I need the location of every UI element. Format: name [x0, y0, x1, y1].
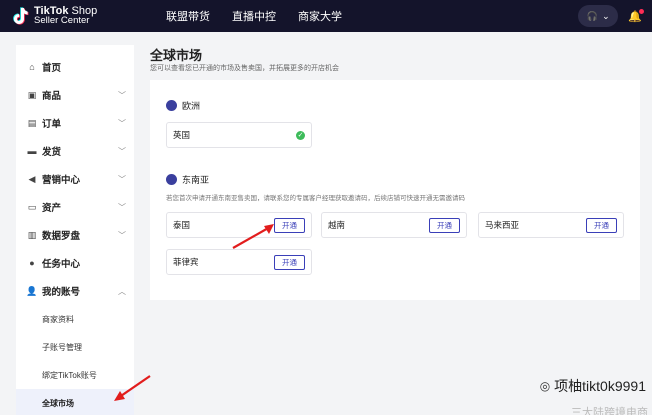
sidebar-item-marketing[interactable]: ◀ 营销中心 ﹀ — [16, 165, 134, 193]
chevron-up-icon: ︿ — [118, 287, 126, 296]
sidebar-subitem-sub-accounts[interactable]: 子账号管理 — [16, 333, 134, 361]
market-label: 泰国 — [173, 220, 191, 230]
support-dropdown[interactable]: 🎧 ⌄ — [578, 5, 619, 27]
sidebar-subitem-merchant-profile[interactable]: 商家资料 — [16, 305, 134, 333]
sidebar-item-data-compass[interactable]: ▥ 数据罗盘 ﹀ — [16, 221, 134, 249]
globe-icon — [166, 100, 177, 111]
sidebar-item-label: 资产 — [42, 203, 62, 214]
task-icon: ● — [29, 258, 35, 268]
sidebar-item-label: 营销中心 — [42, 175, 81, 186]
sidebar-item-shipping[interactable]: ▬ 发货 ﹀ — [16, 137, 134, 165]
chevron-down-icon: ﹀ — [118, 175, 126, 184]
sidebar-item-label: 首页 — [42, 63, 62, 74]
sidebar-item-label: 发货 — [42, 147, 62, 158]
region-sea-header: 东南亚 — [166, 173, 209, 186]
page-description: 您可以查看您已开通的市场及售卖国，并拓展更多的开店机会 — [150, 65, 339, 72]
sidebar-item-products[interactable]: ▣ 商品 ﹀ — [16, 81, 134, 109]
chevron-down-icon: ﹀ — [118, 231, 126, 240]
wallet-icon: ▭ — [27, 201, 37, 212]
sidebar-item-label: 订单 — [42, 119, 62, 130]
bell-icon[interactable]: 🔔 — [628, 8, 644, 23]
market-label: 越南 — [328, 220, 346, 230]
market-card: 欧洲 英国 ✓ 东南亚 若您首次申请开通东南亚售卖国，请联系您的专属客户经理获取… — [150, 80, 640, 300]
region-sea-note: 若您首次申请开通东南亚售卖国，请联系您的专属客户经理获取邀请码，后续店铺可快速开… — [166, 195, 465, 202]
page-title: 全球市场 — [150, 48, 203, 63]
region-sea-label: 东南亚 — [182, 175, 210, 185]
order-icon: ▤ — [27, 117, 37, 128]
sidebar-item-label: 商品 — [42, 91, 62, 102]
market-label: 英国 — [173, 130, 191, 140]
chevron-down-icon: ﹀ — [118, 91, 126, 100]
market-vietnam: 越南 开通 — [321, 212, 467, 238]
sidebar: ⌂ 首页 ▣ 商品 ﹀ ▤ 订单 ﹀ ▬ 发货 ﹀ ◀ 营销中心 ﹀ ▭ 资产 … — [16, 45, 134, 415]
top-nav: 联盟带货 直播中控 商家大学 — [166, 8, 342, 24]
shipping-icon: ▬ — [27, 146, 37, 156]
headset-icon: 🎧 — [586, 10, 599, 21]
open-thailand-button[interactable]: 开通 — [274, 218, 305, 233]
sidebar-item-my-account[interactable]: 👤 我的账号 ︿ — [16, 277, 134, 305]
chevron-down-icon: ﹀ — [118, 203, 126, 212]
nav-affiliate[interactable]: 联盟带货 — [166, 8, 210, 24]
globe-icon — [166, 174, 177, 185]
top-right-actions: 🎧 ⌄ 🔔 — [578, 5, 644, 27]
logo-subtitle: Seller Center — [34, 15, 90, 26]
sidebar-subitem-bind-tiktok[interactable]: 绑定TikTok账号 — [16, 361, 134, 389]
chart-icon: ▥ — [27, 229, 37, 240]
sidebar-item-assets[interactable]: ▭ 资产 ﹀ — [16, 193, 134, 221]
top-bar: TikTok Shop Seller Center 联盟带货 直播中控 商家大学… — [0, 0, 652, 32]
open-philippines-button[interactable]: 开通 — [274, 255, 305, 270]
market-thailand: 泰国 开通 — [166, 212, 312, 238]
sidebar-item-orders[interactable]: ▤ 订单 ﹀ — [16, 109, 134, 137]
home-icon: ⌂ — [29, 62, 35, 72]
megaphone-icon: ◀ — [28, 173, 36, 184]
region-europe-header: 欧洲 — [166, 99, 200, 112]
market-label: 马来西亚 — [485, 220, 520, 230]
wechat-icon: ◎ — [539, 379, 551, 393]
product-icon: ▣ — [27, 89, 37, 100]
chevron-down-icon: ﹀ — [118, 119, 126, 128]
tiktok-shop-logo[interactable]: TikTok Shop Seller Center — [0, 6, 150, 26]
sidebar-item-home[interactable]: ⌂ 首页 — [16, 53, 134, 81]
watermark: ◎ 项柚tikt0k9991 — [540, 376, 646, 396]
nav-live-console[interactable]: 直播中控 — [232, 8, 276, 24]
market-label: 菲律宾 — [173, 257, 199, 267]
sidebar-subitem-global-market[interactable]: 全球市场 — [16, 389, 134, 415]
nav-seller-university[interactable]: 商家大学 — [298, 8, 342, 24]
sidebar-item-tasks[interactable]: ● 任务中心 — [16, 249, 134, 277]
tiktok-logo-icon — [10, 6, 30, 26]
watermark-text: 项柚tikt0k9991 — [554, 378, 646, 394]
check-circle-icon: ✓ — [296, 131, 305, 140]
sidebar-item-label: 我的账号 — [42, 287, 81, 298]
sidebar-item-label: 数据罗盘 — [42, 231, 81, 242]
chevron-down-icon: ⌄ — [602, 10, 610, 21]
open-vietnam-button[interactable]: 开通 — [429, 218, 460, 233]
notification-dot — [639, 8, 644, 14]
user-icon: 👤 — [26, 285, 38, 296]
region-europe-label: 欧洲 — [182, 101, 201, 111]
chevron-down-icon: ﹀ — [118, 147, 126, 156]
watermark-secondary: 三大陆跨境电商 — [571, 407, 648, 415]
market-malaysia: 马来西亚 开通 — [478, 212, 624, 238]
market-uk: 英国 ✓ — [166, 122, 312, 148]
open-malaysia-button[interactable]: 开通 — [586, 218, 617, 233]
market-philippines: 菲律宾 开通 — [166, 249, 312, 275]
sidebar-item-label: 任务中心 — [42, 259, 81, 270]
